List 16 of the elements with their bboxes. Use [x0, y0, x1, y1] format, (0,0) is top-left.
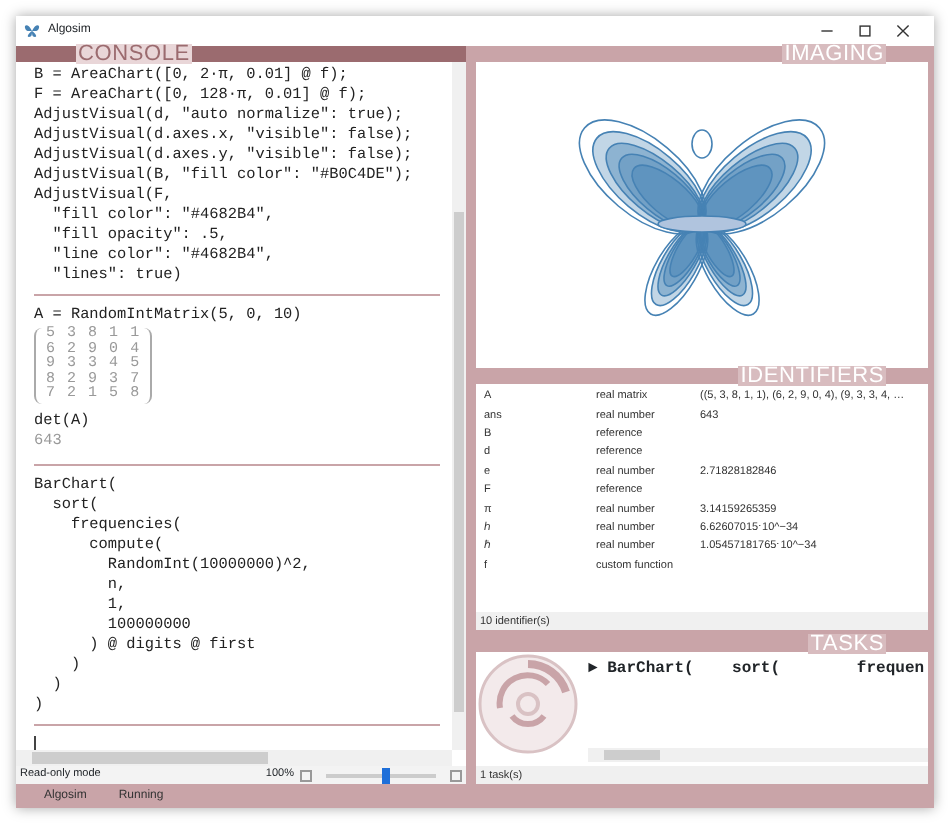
app-icon — [24, 24, 40, 38]
panel-title: TASKS — [808, 633, 886, 654]
horizontal-scrollbar[interactable] — [588, 747, 928, 762]
panel-title: IDENTIFIERS — [738, 365, 886, 386]
panel-title: IMAGING — [782, 44, 886, 64]
close-icon[interactable] — [896, 24, 910, 38]
slider-thumb[interactable] — [382, 767, 391, 783]
panel-title: CONSOLE — [76, 44, 192, 64]
maximize-icon[interactable] — [858, 24, 872, 38]
horizontal-scrollbar[interactable] — [16, 750, 452, 766]
minimize-icon[interactable] — [820, 24, 834, 38]
task-text: BarChart( sort( frequen — [605, 659, 925, 678]
play-marker: ► — [588, 659, 598, 678]
zoom-out-button[interactable] — [300, 769, 312, 781]
zoom-in-button[interactable] — [450, 769, 462, 781]
vertical-scrollbar[interactable] — [452, 62, 466, 750]
